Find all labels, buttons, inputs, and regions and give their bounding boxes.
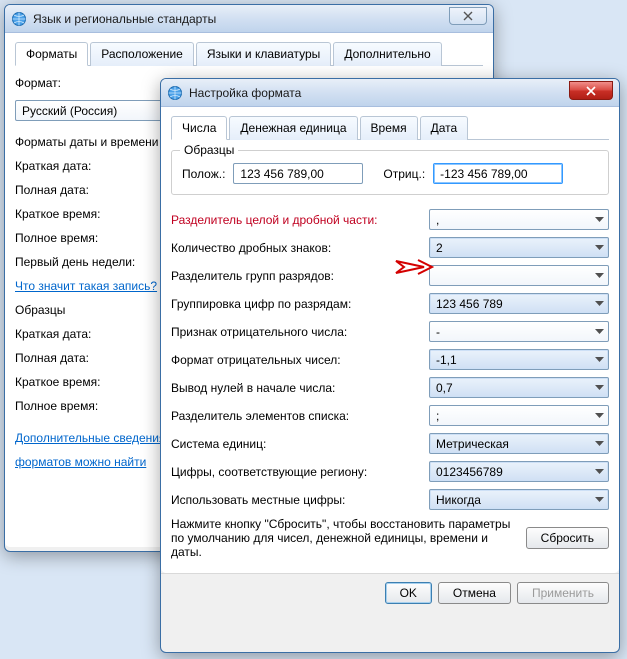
measure-value: Метрическая: [436, 437, 509, 451]
list-sep-label: Разделитель элементов списка:: [171, 409, 429, 423]
grouping-label: Группировка цифр по разрядам:: [171, 297, 429, 311]
first-day-label: Первый день недели:: [15, 255, 155, 269]
reset-hint: Нажмите кнопку "Сбросить", чтобы восстан…: [171, 517, 516, 559]
titlebar[interactable]: Язык и региональные стандарты: [5, 5, 493, 33]
more-info-link-2[interactable]: форматов можно найти: [15, 455, 146, 469]
decimal-sep-select[interactable]: ,: [429, 209, 609, 230]
grouping-select[interactable]: 123 456 789: [429, 293, 609, 314]
tab-formats[interactable]: Форматы: [15, 42, 88, 66]
tab-keyboards[interactable]: Языки и клавиатуры: [196, 42, 331, 66]
chevron-down-icon: [595, 301, 604, 307]
decimal-sep-value: ,: [436, 213, 439, 227]
globe-icon: [11, 11, 27, 27]
customize-format-window: Настройка формата Числа Денежная единица…: [160, 78, 620, 653]
sample-short-time-label: Краткое время:: [15, 375, 155, 389]
window-title: Язык и региональные стандарты: [33, 12, 216, 26]
reset-button[interactable]: Сбросить: [526, 527, 609, 549]
chevron-down-icon: [595, 497, 604, 503]
notation-help-link[interactable]: Что значит такая запись?: [15, 279, 157, 293]
list-sep-value: ;: [436, 409, 439, 423]
neg-format-label: Формат отрицательных чисел:: [171, 353, 429, 367]
tabstrip: Числа Денежная единица Время Дата: [171, 115, 609, 140]
chevron-down-icon: [595, 357, 604, 363]
sample-long-time-label: Полное время:: [15, 399, 155, 413]
tab-location[interactable]: Расположение: [90, 42, 194, 66]
window-title: Настройка формата: [189, 86, 301, 100]
neg-format-select[interactable]: -1,1: [429, 349, 609, 370]
digit-subst-select[interactable]: Никогда: [429, 489, 609, 510]
short-time-label: Краткое время:: [15, 207, 155, 221]
sample-long-date-label: Полная дата:: [15, 351, 155, 365]
tab-currency[interactable]: Денежная единица: [229, 116, 357, 140]
tab-advanced[interactable]: Дополнительно: [333, 42, 441, 66]
chevron-down-icon: [595, 413, 604, 419]
samples-legend: Образцы: [180, 143, 238, 157]
grouping-value: 123 456 789: [436, 297, 503, 311]
positive-label: Полож.:: [182, 167, 225, 181]
neg-sign-label: Признак отрицательного числа:: [171, 325, 429, 339]
measure-label: Система единиц:: [171, 437, 429, 451]
tab-time[interactable]: Время: [360, 116, 418, 140]
close-button[interactable]: [449, 7, 487, 25]
leading-zero-select[interactable]: 0,7: [429, 377, 609, 398]
tabstrip: Форматы Расположение Языки и клавиатуры …: [15, 41, 483, 66]
decimal-digits-label: Количество дробных знаков:: [171, 241, 429, 255]
decimal-digits-value: 2: [436, 241, 443, 255]
digit-subst-label: Использовать местные цифры:: [171, 493, 429, 507]
neg-format-value: -1,1: [436, 353, 457, 367]
chevron-down-icon: [595, 441, 604, 447]
globe-icon: [167, 85, 183, 101]
more-info-link-1[interactable]: Дополнительные сведения: [15, 431, 165, 445]
chevron-down-icon: [595, 329, 604, 335]
samples-group: Образцы Полож.: Отриц.:: [171, 150, 609, 195]
dialog-buttons: OK Отмена Применить: [161, 573, 619, 612]
tab-date[interactable]: Дата: [420, 116, 469, 140]
decimal-digits-select[interactable]: 2: [429, 237, 609, 258]
ok-button[interactable]: OK: [385, 582, 432, 604]
leading-zero-label: Вывод нулей в начале числа:: [171, 381, 429, 395]
native-digits-select[interactable]: 0123456789: [429, 461, 609, 482]
neg-sign-select[interactable]: -: [429, 321, 609, 342]
decimal-sep-label: Разделитель целой и дробной части:: [171, 213, 429, 227]
native-digits-label: Цифры, соответствующие региону:: [171, 465, 429, 479]
chevron-down-icon: [595, 245, 604, 251]
group-sep-label: Разделитель групп разрядов:: [171, 269, 429, 283]
positive-sample: [233, 163, 363, 184]
titlebar[interactable]: Настройка формата: [161, 79, 619, 107]
sample-short-date-label: Краткая дата:: [15, 327, 155, 341]
apply-button[interactable]: Применить: [517, 582, 609, 604]
close-icon: [585, 86, 597, 96]
chevron-down-icon: [595, 385, 604, 391]
close-button[interactable]: [569, 81, 613, 100]
format-value: Русский (Россия): [22, 104, 117, 118]
negative-label: Отриц.:: [383, 167, 425, 181]
cancel-button[interactable]: Отмена: [438, 582, 511, 604]
digit-subst-value: Никогда: [436, 493, 481, 507]
native-digits-value: 0123456789: [436, 465, 503, 479]
tab-numbers[interactable]: Числа: [171, 116, 227, 140]
measure-select[interactable]: Метрическая: [429, 433, 609, 454]
long-time-label: Полное время:: [15, 231, 155, 245]
long-date-label: Полная дата:: [15, 183, 155, 197]
leading-zero-value: 0,7: [436, 381, 453, 395]
list-sep-select[interactable]: ;: [429, 405, 609, 426]
negative-sample: [433, 163, 563, 184]
group-sep-select[interactable]: [429, 265, 609, 286]
chevron-down-icon: [595, 469, 604, 475]
close-icon: [462, 11, 474, 21]
neg-sign-value: -: [436, 325, 440, 339]
chevron-down-icon: [595, 217, 604, 223]
chevron-down-icon: [595, 273, 604, 279]
short-date-label: Краткая дата:: [15, 159, 155, 173]
